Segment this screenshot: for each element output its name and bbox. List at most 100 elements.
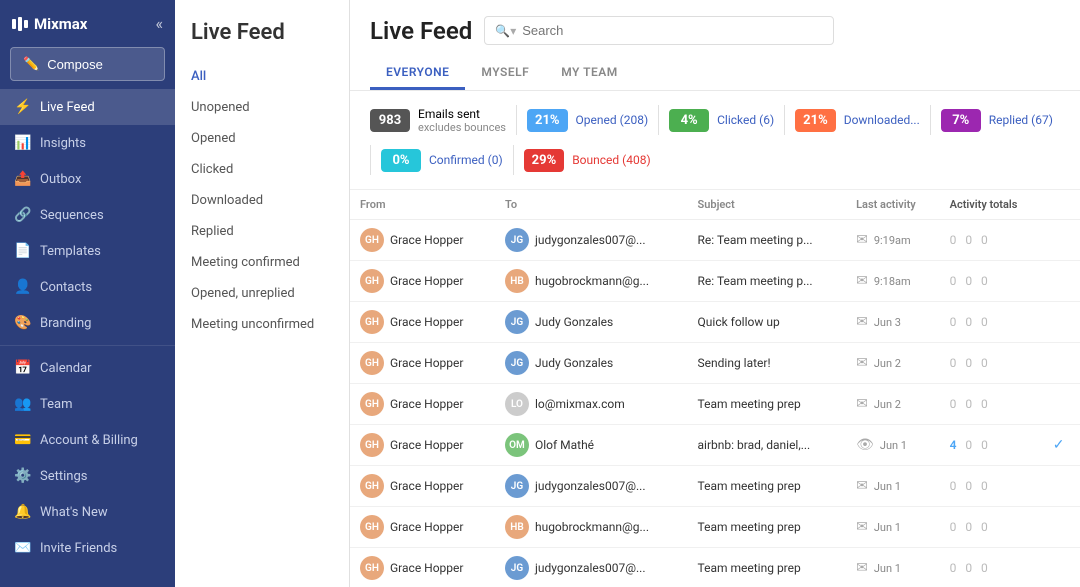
table-row[interactable]: GH Grace Hopper JG Judy Gonzales Sending… <box>350 343 1080 384</box>
tab-myself[interactable]: MYSELF <box>465 57 545 90</box>
stat-label-emails-sent: Emails sent excludes bounces <box>418 107 506 134</box>
activity-icon: ✉ <box>856 560 868 576</box>
stat-badge-bounced: 29% <box>524 149 565 172</box>
cell-from: GH Grace Hopper <box>350 220 495 261</box>
stat-name-opened: Opened (208) <box>576 113 649 127</box>
billing-icon: 💳 <box>14 432 30 448</box>
sidebar-item-outbox[interactable]: 📤 Outbox <box>0 161 175 197</box>
cell-activity-totals: 0 0 0 <box>940 220 1043 261</box>
avatar-from: GH <box>360 310 384 334</box>
sidebar-item-label: Team <box>40 397 73 412</box>
filter-item-opened-unreplied[interactable]: Opened, unreplied <box>175 278 349 309</box>
sequences-icon: 🔗 <box>14 207 30 223</box>
subject-text: Team meeting prep <box>698 520 801 534</box>
filter-item-meeting-confirmed[interactable]: Meeting confirmed <box>175 247 349 278</box>
filter-item-replied[interactable]: Replied <box>175 216 349 247</box>
sidebar-logo[interactable]: Mixmax <box>12 15 87 33</box>
sidebar: Mixmax « ✏️ Compose ⚡ Live Feed 📊 Insigh… <box>0 0 175 587</box>
filter-item-unopened[interactable]: Unopened <box>175 92 349 123</box>
col-activity-totals: Activity totals <box>940 190 1043 220</box>
from-name: Grace Hopper <box>390 233 463 247</box>
cell-activity-totals: 0 0 0 <box>940 343 1043 384</box>
filter-panel: Live Feed All Unopened Opened Clicked Do… <box>175 0 350 587</box>
activity-n3: 0 <box>981 479 988 493</box>
calendar-icon: 📅 <box>14 360 30 376</box>
table-row[interactable]: GH Grace Hopper JG judygonzales007@... R… <box>350 220 1080 261</box>
sidebar-item-calendar[interactable]: 📅 Calendar <box>0 350 175 386</box>
live-feed-icon: ⚡ <box>14 99 30 115</box>
sidebar-item-label: Invite Friends <box>40 541 117 556</box>
stat-divider4 <box>930 105 931 135</box>
from-name: Grace Hopper <box>390 520 463 534</box>
activity-n1: 0 <box>950 561 957 575</box>
search-box[interactable]: 🔍▾ <box>484 16 834 45</box>
activity-time: Jun 1 <box>874 480 901 493</box>
col-subject: Subject <box>688 190 847 220</box>
activity-time: Jun 3 <box>874 316 901 329</box>
stat-confirmed: 0% Confirmed (0) <box>381 145 503 175</box>
table-row[interactable]: GH Grace Hopper HB hugobrockmann@g... Te… <box>350 507 1080 548</box>
col-extra <box>1043 190 1080 220</box>
sidebar-collapse-button[interactable]: « <box>155 14 163 33</box>
stat-opened: 21% Opened (208) <box>527 105 648 135</box>
activity-n1: 0 <box>950 356 957 370</box>
sidebar-item-contacts[interactable]: 👤 Contacts <box>0 269 175 305</box>
avatar-from: GH <box>360 392 384 416</box>
sidebar-item-label: Branding <box>40 316 91 331</box>
sidebar-item-invite-friends[interactable]: ✉️ Invite Friends <box>0 530 175 566</box>
tab-my-team[interactable]: MY TEAM <box>545 57 634 90</box>
sidebar-item-team[interactable]: 👥 Team <box>0 386 175 422</box>
filter-item-all[interactable]: All <box>175 61 349 92</box>
table-row[interactable]: GH Grace Hopper OM Olof Mathé airbnb: br… <box>350 425 1080 466</box>
filter-item-opened[interactable]: Opened <box>175 123 349 154</box>
stat-divider2 <box>658 105 659 135</box>
search-input[interactable] <box>522 23 823 38</box>
cell-to: HB hugobrockmann@g... <box>495 507 688 548</box>
cell-last-activity: ✉ 9:18am <box>846 261 940 302</box>
cell-check <box>1043 548 1080 587</box>
table-row[interactable]: GH Grace Hopper HB hugobrockmann@g... Re… <box>350 261 1080 302</box>
filter-item-meeting-unconfirmed[interactable]: Meeting unconfirmed <box>175 309 349 340</box>
table-row[interactable]: GH Grace Hopper JG Judy Gonzales Quick f… <box>350 302 1080 343</box>
activity-icon: ✉ <box>856 355 868 371</box>
avatar-from: GH <box>360 351 384 375</box>
stat-badge-emails-sent: 983 <box>370 109 410 132</box>
avatar-to: JG <box>505 474 529 498</box>
activity-n3: 0 <box>981 397 988 411</box>
compose-button[interactable]: ✏️ Compose <box>10 47 165 81</box>
main-header: Live Feed 🔍▾ EVERYONE MYSELF MY TEAM <box>350 0 1080 91</box>
cell-to: JG judygonzales007@... <box>495 466 688 507</box>
sidebar-item-label: Account & Billing <box>40 433 138 448</box>
branding-icon: 🎨 <box>14 315 30 331</box>
from-name: Grace Hopper <box>390 438 463 452</box>
cell-from: GH Grace Hopper <box>350 302 495 343</box>
avatar-from: GH <box>360 515 384 539</box>
filter-item-clicked[interactable]: Clicked <box>175 154 349 185</box>
avatar-from: GH <box>360 556 384 580</box>
stat-name-bounced: Bounced (408) <box>572 153 650 167</box>
email-table: From To Subject Last activity Activity t… <box>350 190 1080 587</box>
cell-to: HB hugobrockmann@g... <box>495 261 688 302</box>
subject-text: Team meeting prep <box>698 479 801 493</box>
sidebar-item-label: Calendar <box>40 361 92 376</box>
sidebar-item-insights[interactable]: 📊 Insights <box>0 125 175 161</box>
avatar-to: OM <box>505 433 529 457</box>
sidebar-item-live-feed[interactable]: ⚡ Live Feed <box>0 89 175 125</box>
sidebar-item-branding[interactable]: 🎨 Branding <box>0 305 175 341</box>
sidebar-item-sequences[interactable]: 🔗 Sequences <box>0 197 175 233</box>
filter-item-downloaded[interactable]: Downloaded <box>175 185 349 216</box>
sidebar-item-whats-new[interactable]: 🔔 What's New <box>0 494 175 530</box>
settings-icon: ⚙️ <box>14 468 30 484</box>
activity-n2: 0 <box>965 438 972 452</box>
stat-sub: excludes bounces <box>418 121 506 134</box>
activity-n3: 0 <box>981 356 988 370</box>
col-last-activity: Last activity <box>846 190 940 220</box>
tab-everyone[interactable]: EVERYONE <box>370 57 465 90</box>
table-row[interactable]: GH Grace Hopper JG judygonzales007@... T… <box>350 466 1080 507</box>
table-row[interactable]: GH Grace Hopper LO lo@mixmax.com Team me… <box>350 384 1080 425</box>
sidebar-item-settings[interactable]: ⚙️ Settings <box>0 458 175 494</box>
table-row[interactable]: GH Grace Hopper JG judygonzales007@... T… <box>350 548 1080 587</box>
sidebar-item-account-billing[interactable]: 💳 Account & Billing <box>0 422 175 458</box>
emails-table: From To Subject Last activity Activity t… <box>350 190 1080 587</box>
sidebar-item-templates[interactable]: 📄 Templates <box>0 233 175 269</box>
